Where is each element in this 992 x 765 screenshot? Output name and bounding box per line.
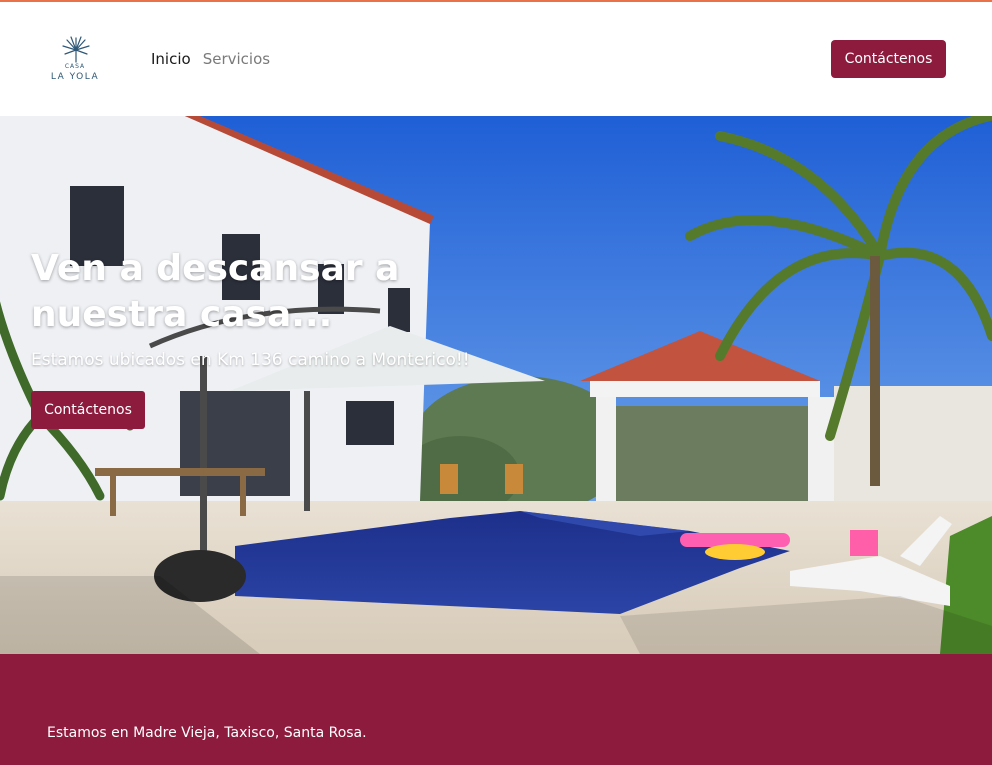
palm-logo-icon: [62, 36, 90, 63]
nav-link-servicios[interactable]: Servicios: [203, 50, 270, 68]
site-header: CASA LA YOLA Inicio Servicios Contácteno…: [0, 2, 992, 116]
logo-text-name: LA YOLA: [50, 72, 100, 82]
hero-contact-button[interactable]: Contáctenos: [31, 391, 145, 429]
nav-link-inicio[interactable]: Inicio: [151, 50, 191, 68]
site-footer: Estamos en Madre Vieja, Taxisco, Santa R…: [0, 654, 992, 765]
main-nav: Inicio Servicios: [151, 50, 270, 68]
hero-subtitle: Estamos ubicados en Km 136 camino a Mont…: [31, 350, 470, 370]
brand-logo[interactable]: CASA LA YOLA: [46, 36, 106, 88]
hero-background-image: [0, 116, 992, 654]
header-contact-button[interactable]: Contáctenos: [831, 40, 946, 78]
footer-location-text: Estamos en Madre Vieja, Taxisco, Santa R…: [47, 725, 367, 741]
hero-title: Ven a descansar a nuestra casa...: [31, 248, 400, 335]
hero-section: Ven a descansar a nuestra casa... Estamo…: [0, 116, 992, 654]
logo-text-casa: CASA: [64, 63, 86, 70]
